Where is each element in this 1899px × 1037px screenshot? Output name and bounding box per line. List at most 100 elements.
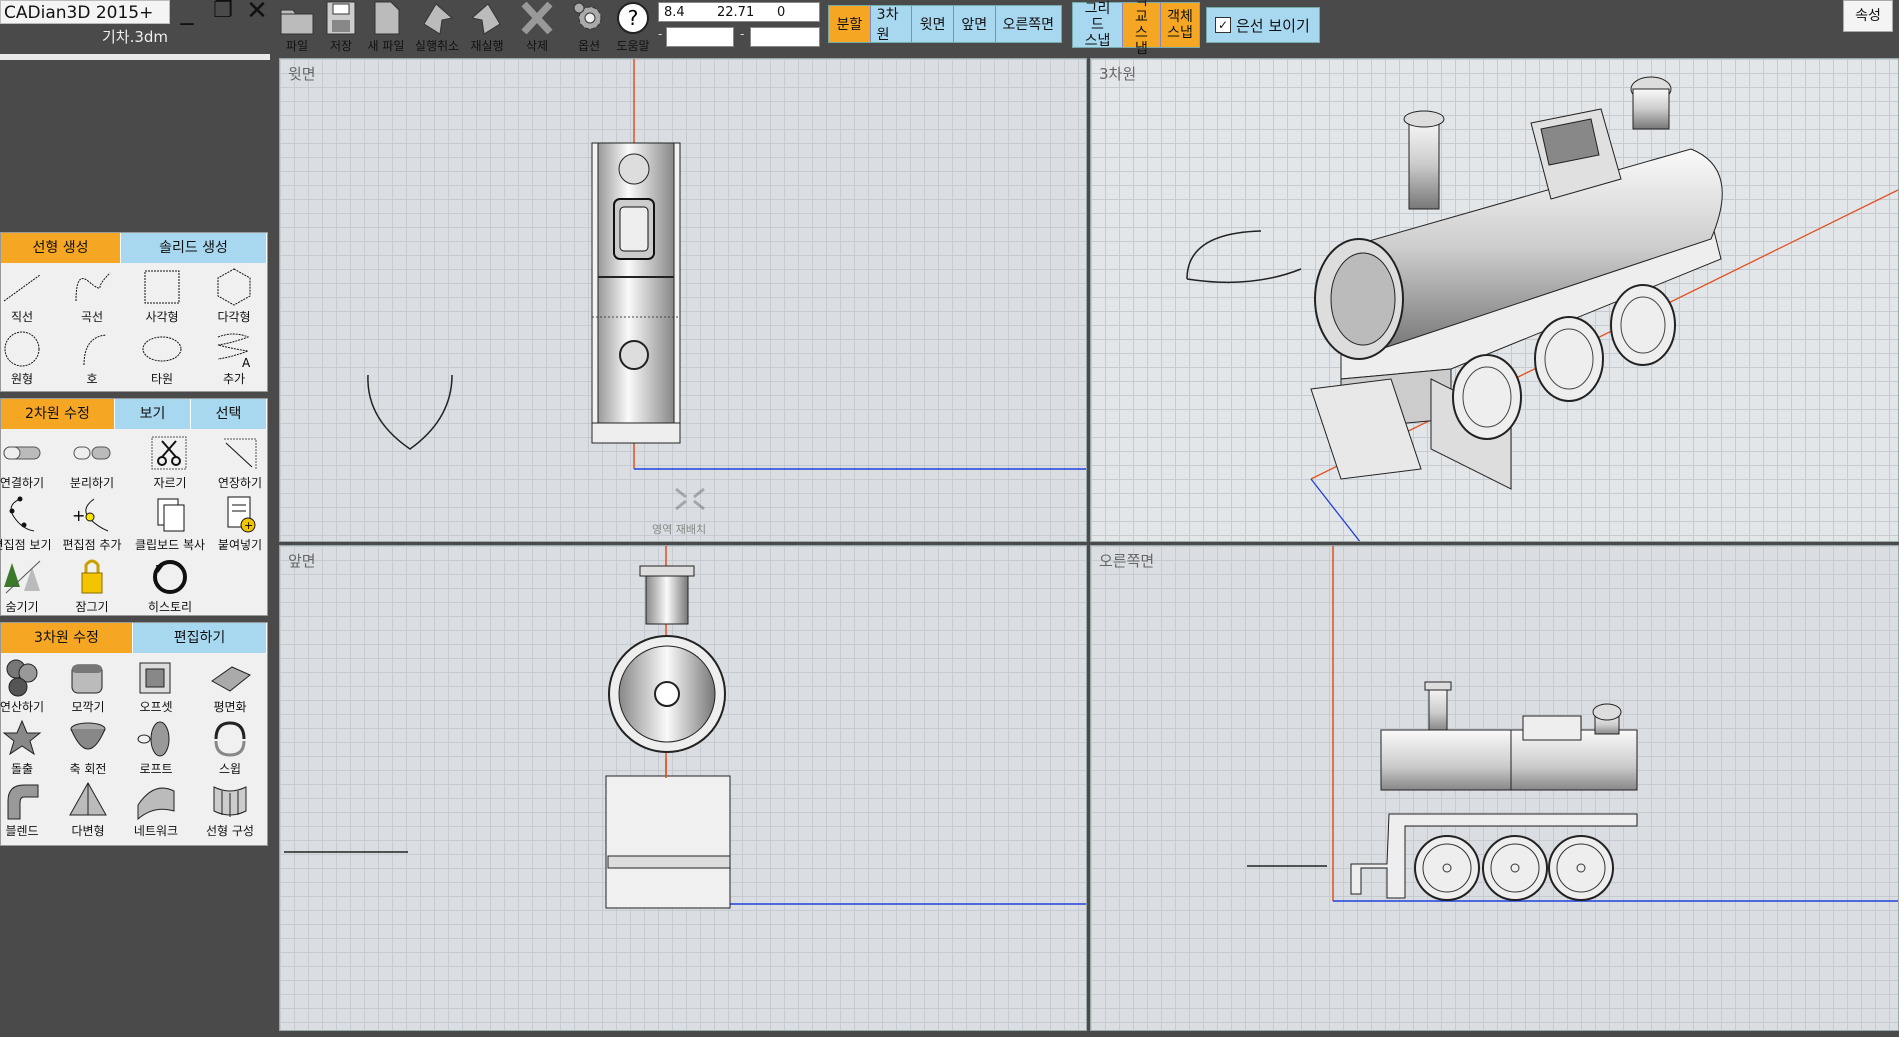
- flatten-tool[interactable]: 평면화: [195, 657, 265, 715]
- ellipse-tool[interactable]: 타원: [127, 329, 197, 387]
- show-edit-points-tool[interactable]: 편집점 보기: [0, 495, 57, 553]
- minimize-button[interactable]: _: [174, 0, 200, 26]
- coord-field-3[interactable]: [750, 27, 820, 47]
- delete-label: 삭제: [525, 39, 549, 53]
- lock-icon: [81, 559, 103, 594]
- new-file-button[interactable]: 새 파일: [364, 0, 408, 56]
- options-button[interactable]: 옵션: [568, 0, 610, 56]
- history-icon: [153, 560, 187, 594]
- arc-icon: [83, 334, 107, 366]
- arc-tool[interactable]: 호: [57, 329, 127, 387]
- redo-button[interactable]: 재실행: [464, 0, 510, 56]
- extrude-tool-label: 돌출: [10, 762, 34, 776]
- object-snap-button[interactable]: 객체 스냅: [1161, 3, 1199, 47]
- new-file-icon: [374, 1, 400, 35]
- line-construct-tool[interactable]: 선형 구성: [195, 781, 265, 839]
- hide-tool[interactable]: 숨기기: [0, 557, 57, 615]
- clipboard-copy-tool[interactable]: 클립보드 복사: [135, 495, 205, 553]
- right-view-button[interactable]: 오른쪽면: [995, 6, 1061, 42]
- tab-edit[interactable]: 편집하기: [133, 623, 267, 653]
- sweep-tool[interactable]: 스윕: [195, 719, 265, 777]
- network-tool-label: 네트워크: [133, 824, 179, 838]
- line-tool[interactable]: 직선: [0, 267, 57, 325]
- ortho-snap-button[interactable]: 직교 스냅: [1123, 0, 1161, 57]
- top-view-drawing: [367, 59, 1086, 470]
- explode-tool[interactable]: 분리하기: [57, 433, 127, 491]
- svg-text:+: +: [72, 506, 85, 525]
- save-button[interactable]: 저장: [320, 0, 362, 56]
- tab-line-create[interactable]: 선형 생성: [1, 233, 121, 263]
- loft-tool[interactable]: 로프트: [121, 719, 191, 777]
- help-button[interactable]: ? 도움말: [612, 0, 654, 56]
- split-view-button[interactable]: 분할: [829, 6, 871, 42]
- viewport-3d[interactable]: 3차원: [1090, 58, 1899, 542]
- close-button[interactable]: ✕: [244, 0, 270, 26]
- tab-select[interactable]: 선택: [191, 399, 267, 429]
- fillet-icon: [71, 664, 103, 694]
- boolean-icon: [6, 659, 38, 697]
- blend-tool-label: 블렌드: [5, 824, 39, 838]
- rectangle-icon: [144, 270, 180, 304]
- redo-label: 재실행: [470, 39, 504, 53]
- svg-text:A: A: [242, 356, 251, 369]
- front-view-button[interactable]: 앞면: [953, 6, 996, 42]
- reset-layout-icon[interactable]: [670, 483, 720, 513]
- paste-tool[interactable]: + 붙여넣기: [205, 495, 275, 553]
- create-panel: 선형 생성 솔리드 생성 직선 곡선 사각형 다각형 원형 호 타원 A 추가: [0, 232, 268, 392]
- coord-field-2[interactable]: [666, 27, 734, 47]
- add-edit-point-tool[interactable]: + 편집점 추가: [57, 495, 127, 553]
- polyhedron-tool[interactable]: 다변형: [53, 781, 123, 839]
- undo-button[interactable]: 실행취소: [414, 0, 460, 56]
- blend-tool[interactable]: 블렌드: [0, 781, 57, 839]
- options-label: 옵션: [577, 39, 601, 53]
- restore-button[interactable]: ❐: [210, 0, 236, 26]
- 3d-view-button[interactable]: 3차원: [870, 6, 913, 43]
- viewport-right[interactable]: 오른쪽면: [1090, 545, 1899, 1031]
- tab-3d-edit[interactable]: 3차원 수정: [1, 623, 133, 653]
- loft-icon: [137, 721, 170, 757]
- viewport-top[interactable]: 윗면 영역 재배치: [279, 58, 1087, 542]
- tab-2d-edit[interactable]: 2차원 수정: [1, 399, 115, 429]
- lock-tool[interactable]: 잠그기: [57, 557, 127, 615]
- tab-solid-create[interactable]: 솔리드 생성: [121, 233, 267, 263]
- grid-snap-button[interactable]: 그리드 스냅: [1073, 1, 1123, 49]
- coord-x: 8.4: [664, 5, 685, 20]
- explode-icon: [73, 446, 111, 460]
- coord-y: 22.71: [717, 5, 755, 20]
- extend-tool[interactable]: 연장하기: [205, 433, 275, 491]
- hidden-lines-checkbox[interactable]: ✓: [1215, 17, 1231, 33]
- title-divider: [0, 54, 270, 60]
- offset-tool[interactable]: 오프셋: [121, 657, 191, 715]
- fillet-tool[interactable]: 모깍기: [53, 657, 123, 715]
- revolve-tool[interactable]: 축 회전: [53, 719, 123, 777]
- tab-view[interactable]: 보기: [115, 399, 191, 429]
- grid-snap-line2: 스냅: [1084, 33, 1111, 49]
- circle-tool[interactable]: 원형: [0, 329, 57, 387]
- trim-tool[interactable]: 자르기: [135, 433, 205, 491]
- network-tool[interactable]: 네트워크: [121, 781, 191, 839]
- copy-icon: [157, 498, 185, 532]
- open-file-button[interactable]: 파일: [276, 0, 318, 56]
- viewport-front[interactable]: 앞면: [279, 545, 1087, 1031]
- extend-tool-label: 연장하기: [217, 476, 263, 490]
- boolean-tool[interactable]: 연산하기: [0, 657, 57, 715]
- polygon-tool[interactable]: 다각형: [199, 267, 269, 325]
- more-shapes-tool[interactable]: A 추가: [199, 329, 269, 387]
- curve-tool[interactable]: 곡선: [57, 267, 127, 325]
- coordinate-input[interactable]: 8.4 22.71 0: [658, 2, 820, 22]
- extrude-tool[interactable]: 돌출: [0, 719, 57, 777]
- top-view-button[interactable]: 윗면: [912, 6, 954, 42]
- polygon-tool-label: 다각형: [217, 310, 251, 324]
- properties-button[interactable]: 속성: [1843, 0, 1893, 32]
- redo-icon: [470, 3, 501, 35]
- history-tool[interactable]: 히스토리: [135, 557, 205, 615]
- rectangle-tool[interactable]: 사각형: [127, 267, 197, 325]
- coord-dash: -: [740, 27, 745, 41]
- join-tool[interactable]: 연결하기: [0, 433, 57, 491]
- delete-button[interactable]: 삭제: [516, 0, 558, 56]
- polygon-icon: [217, 268, 251, 306]
- reset-layout-label[interactable]: 영역 재배치: [652, 521, 706, 537]
- more-icon: A: [217, 333, 251, 369]
- hidden-lines-toggle[interactable]: ✓ 은선 보이기: [1206, 7, 1320, 43]
- coord-z: 0: [777, 5, 786, 20]
